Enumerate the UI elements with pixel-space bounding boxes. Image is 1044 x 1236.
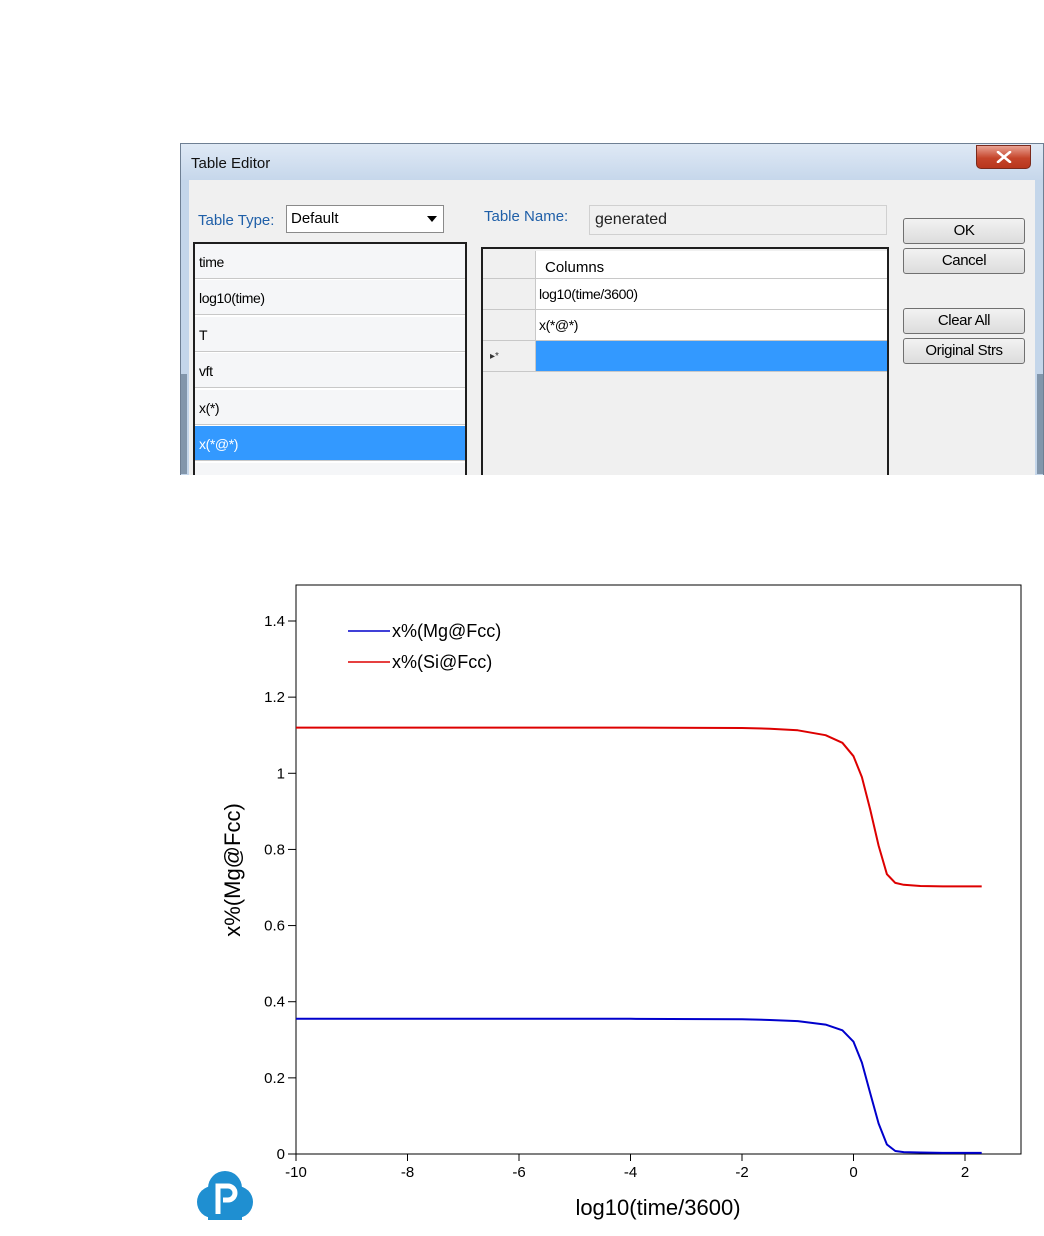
close-button[interactable] bbox=[976, 145, 1031, 169]
list-item[interactable] bbox=[195, 463, 465, 475]
window-frame-left bbox=[181, 374, 187, 474]
table-row[interactable]: log10(time/3600) bbox=[535, 279, 887, 310]
x-tick-label: 0 bbox=[849, 1164, 857, 1181]
x-tick-label: -8 bbox=[401, 1164, 414, 1181]
new-row-icon: ▸* bbox=[490, 351, 499, 362]
y-axis: 0 0.2 0.4 0.6 0.8 1 1.2 1.4 bbox=[264, 613, 296, 1163]
clear-all-button[interactable]: Clear All bbox=[903, 308, 1025, 334]
x-tick-label: -4 bbox=[624, 1164, 637, 1181]
series-line bbox=[296, 726, 982, 888]
table-editor-dialog: Table Editor Table Type: Default Table N… bbox=[180, 143, 1044, 475]
list-item-selected[interactable]: x(*@*) bbox=[195, 426, 465, 461]
table-type-value: Default bbox=[291, 210, 339, 227]
dialog-title: Table Editor bbox=[191, 155, 271, 172]
ok-button[interactable]: OK bbox=[903, 218, 1025, 244]
y-tick-label: 0.2 bbox=[264, 1070, 285, 1087]
y-tick-label: 1.4 bbox=[264, 613, 285, 630]
list-item[interactable]: vft bbox=[195, 353, 465, 388]
y-tick-label: 1.2 bbox=[264, 689, 285, 706]
list-item[interactable]: T bbox=[195, 317, 465, 352]
x-tick-label: -6 bbox=[512, 1164, 525, 1181]
row-header[interactable] bbox=[483, 279, 535, 310]
y-tick-label: 0.8 bbox=[264, 841, 285, 858]
legend: x%(Mg@Fcc) x%(Si@Fcc) bbox=[348, 621, 501, 672]
window-frame-right bbox=[1037, 374, 1043, 474]
cancel-button[interactable]: Cancel bbox=[903, 248, 1025, 274]
table-type-dropdown[interactable]: Default bbox=[286, 205, 444, 233]
list-item[interactable]: time bbox=[195, 244, 465, 279]
x-tick-label: -2 bbox=[735, 1164, 748, 1181]
list-item[interactable]: x(*) bbox=[195, 390, 465, 425]
series-line bbox=[296, 1017, 982, 1154]
original-strs-button[interactable]: Original Strs bbox=[903, 338, 1025, 364]
x-axis-label: log10(time/3600) bbox=[575, 1195, 740, 1220]
chevron-down-icon bbox=[427, 216, 437, 222]
y-axis-label: x%(Mg@Fcc) bbox=[220, 803, 245, 937]
columns-grid[interactable]: Columns log10(time/3600) x(*@*) ▸* bbox=[481, 247, 889, 475]
legend-label: x%(Si@Fcc) bbox=[392, 652, 492, 672]
title-bar[interactable]: Table Editor bbox=[181, 144, 1043, 180]
y-tick-label: 0.6 bbox=[264, 918, 285, 935]
y-tick-label: 1 bbox=[277, 765, 285, 782]
table-row[interactable]: x(*@*) bbox=[535, 310, 887, 341]
line-chart: 0 0.2 0.4 0.6 0.8 1 1.2 1.4 -10 -8 -6 -4 -2 0 2 x%(Mg… bbox=[220, 584, 1022, 1220]
close-icon bbox=[996, 151, 1012, 163]
dialog-client-area: Table Type: Default Table Name: generate… bbox=[189, 180, 1035, 475]
grid-corner bbox=[483, 251, 535, 279]
new-row-header[interactable]: ▸* bbox=[483, 341, 535, 372]
y-tick-label: 0.4 bbox=[264, 994, 285, 1011]
list-item[interactable]: log10(time) bbox=[195, 280, 465, 315]
table-type-label: Table Type: bbox=[198, 212, 275, 229]
columns-header[interactable]: Columns bbox=[535, 251, 887, 279]
row-header[interactable] bbox=[483, 310, 535, 341]
table-name-input[interactable]: generated bbox=[589, 205, 887, 235]
y-tick-label: 0 bbox=[277, 1146, 285, 1163]
x-axis: -10 -8 -6 -4 -2 0 2 bbox=[285, 1154, 969, 1181]
table-name-value: generated bbox=[595, 211, 668, 228]
legend-label: x%(Mg@Fcc) bbox=[392, 621, 501, 641]
series-lines bbox=[296, 726, 982, 1154]
x-tick-label: -10 bbox=[285, 1164, 307, 1181]
brand-logo-icon bbox=[197, 1171, 253, 1220]
variable-list[interactable]: time log10(time) T vft x(*) x(*@*) bbox=[193, 242, 467, 475]
table-name-label: Table Name: bbox=[484, 208, 569, 225]
x-tick-label: 2 bbox=[961, 1164, 969, 1181]
new-row-cell[interactable] bbox=[535, 341, 887, 372]
